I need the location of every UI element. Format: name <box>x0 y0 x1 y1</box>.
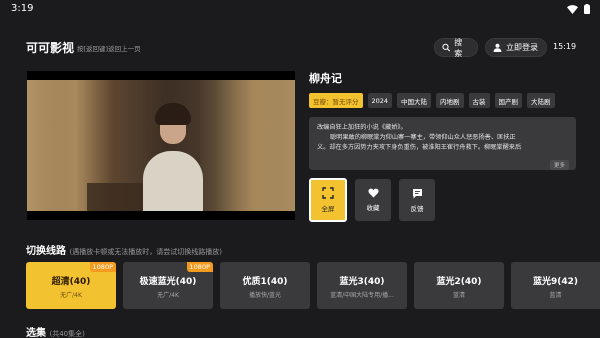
tag-list: 豆瓣：暂无评分 2024 中国大陆 内地剧 古装 国产剧 大陆剧 <box>309 93 555 108</box>
fullscreen-button[interactable]: 全屏 <box>309 178 347 222</box>
heart-icon <box>367 188 379 198</box>
scene-curtain-right <box>200 80 295 211</box>
description-line: 聪明果敢的柳眠棠为仰山寨一寨主，带领仰山众人惩恶扬善、匡扶正 <box>330 134 516 141</box>
feedback-button[interactable]: 反馈 <box>399 179 435 221</box>
line-option[interactable]: 蓝光3(40) 蓝清/中国大陆专用/播... <box>317 262 407 309</box>
video-player[interactable] <box>27 71 295 220</box>
search-button[interactable]: 搜索 <box>434 37 478 58</box>
episodes-subtitle: (共40集全) <box>49 330 85 338</box>
wifi-icon <box>567 4 578 14</box>
tag-category: 内地剧 <box>436 93 464 108</box>
episodes-section-title: 选集 (共40集全) <box>26 324 85 338</box>
tag-type-2: 大陆剧 <box>527 93 555 108</box>
line-option[interactable]: 蓝光2(40) 蓝清 <box>414 262 504 309</box>
line-name: 极速蓝光(40) <box>139 277 197 287</box>
tag-region: 中国大陆 <box>397 93 432 108</box>
tag-type: 国产剧 <box>494 93 523 108</box>
feedback-icon <box>412 188 422 198</box>
line-name: 蓝光9(42) <box>532 277 578 287</box>
tag-year: 2024 <box>367 93 393 108</box>
fullscreen-icon <box>322 187 334 199</box>
status-bar: 3:19 <box>0 0 600 20</box>
feedback-label: 反馈 <box>410 204 424 213</box>
line-sub: 蓝清 <box>452 292 465 299</box>
battery-icon <box>584 4 590 14</box>
show-title: 柳舟记 <box>309 72 342 85</box>
line-option[interactable]: 蓝光9(42) 蓝清 <box>511 262 600 309</box>
description-box[interactable]: 改编自狂上加狂的小说《藏娇》。 聪明果敢的柳眠棠为仰山寨一寨主，带领仰山众人惩恶… <box>309 117 576 170</box>
more-button[interactable]: 更多 <box>550 160 570 170</box>
favorite-label: 收藏 <box>366 204 380 212</box>
line-sub: 蓝清/中国大陆专用/播... <box>330 292 394 299</box>
line-sub: 无广/4K <box>157 292 179 299</box>
search-label: 搜索 <box>454 37 463 58</box>
favorite-button[interactable]: 收藏 <box>355 179 391 221</box>
line-option[interactable]: 1080P 超清(40) 无广/4K <box>26 262 116 309</box>
back-hint: 按[返回键]返回上一页 <box>77 45 141 53</box>
app-title: 可可影视 <box>26 41 75 55</box>
header-clock: 15:19 <box>553 42 577 51</box>
login-button[interactable]: 立即登录 <box>485 38 547 57</box>
line-name: 蓝光3(40) <box>339 277 385 287</box>
status-icons <box>567 4 590 14</box>
scene-figure-body <box>143 151 203 211</box>
line-name: 优质1(40) <box>242 277 288 287</box>
line-name: 超清(40) <box>51 277 91 287</box>
tag-rating: 豆瓣：暂无评分 <box>309 93 363 108</box>
search-icon <box>442 43 451 52</box>
login-label: 立即登录 <box>506 43 538 52</box>
line-sub: 播放快/蓝光 <box>248 292 282 299</box>
lines-subtitle: (遇播放卡顿或无法播放时，请尝试切换线路播放) <box>69 248 222 256</box>
line-sub: 无广/4K <box>60 292 82 299</box>
quality-badge: 1080P <box>186 262 213 272</box>
status-time: 3:19 <box>11 3 34 14</box>
fullscreen-label: 全屏 <box>321 205 335 213</box>
line-sub: 蓝清 <box>549 292 562 299</box>
description-line: 义。却在多方因势力夹攻下身负重伤，被淮阳王崔行舟救下。柳眠棠醒来后 <box>317 144 522 151</box>
tag-genre: 古装 <box>468 93 490 108</box>
quality-badge: 1080P <box>89 262 116 272</box>
line-name: 蓝光2(40) <box>436 277 482 287</box>
episodes-title: 选集 <box>26 328 46 338</box>
user-icon <box>493 43 502 52</box>
lines-title: 切换线路 <box>26 246 66 257</box>
line-option[interactable]: 1080P 极速蓝光(40) 无广/4K <box>123 262 213 309</box>
lines-section-title: 切换线路 (遇播放卡顿或无法播放时，请尝试切换线路播放) <box>26 242 222 257</box>
line-option[interactable]: 优质1(40) 播放快/蓝光 <box>220 262 310 309</box>
description-line: 改编自狂上加狂的小说《藏娇》。 <box>317 124 407 131</box>
scene-figure-hair <box>155 103 191 125</box>
